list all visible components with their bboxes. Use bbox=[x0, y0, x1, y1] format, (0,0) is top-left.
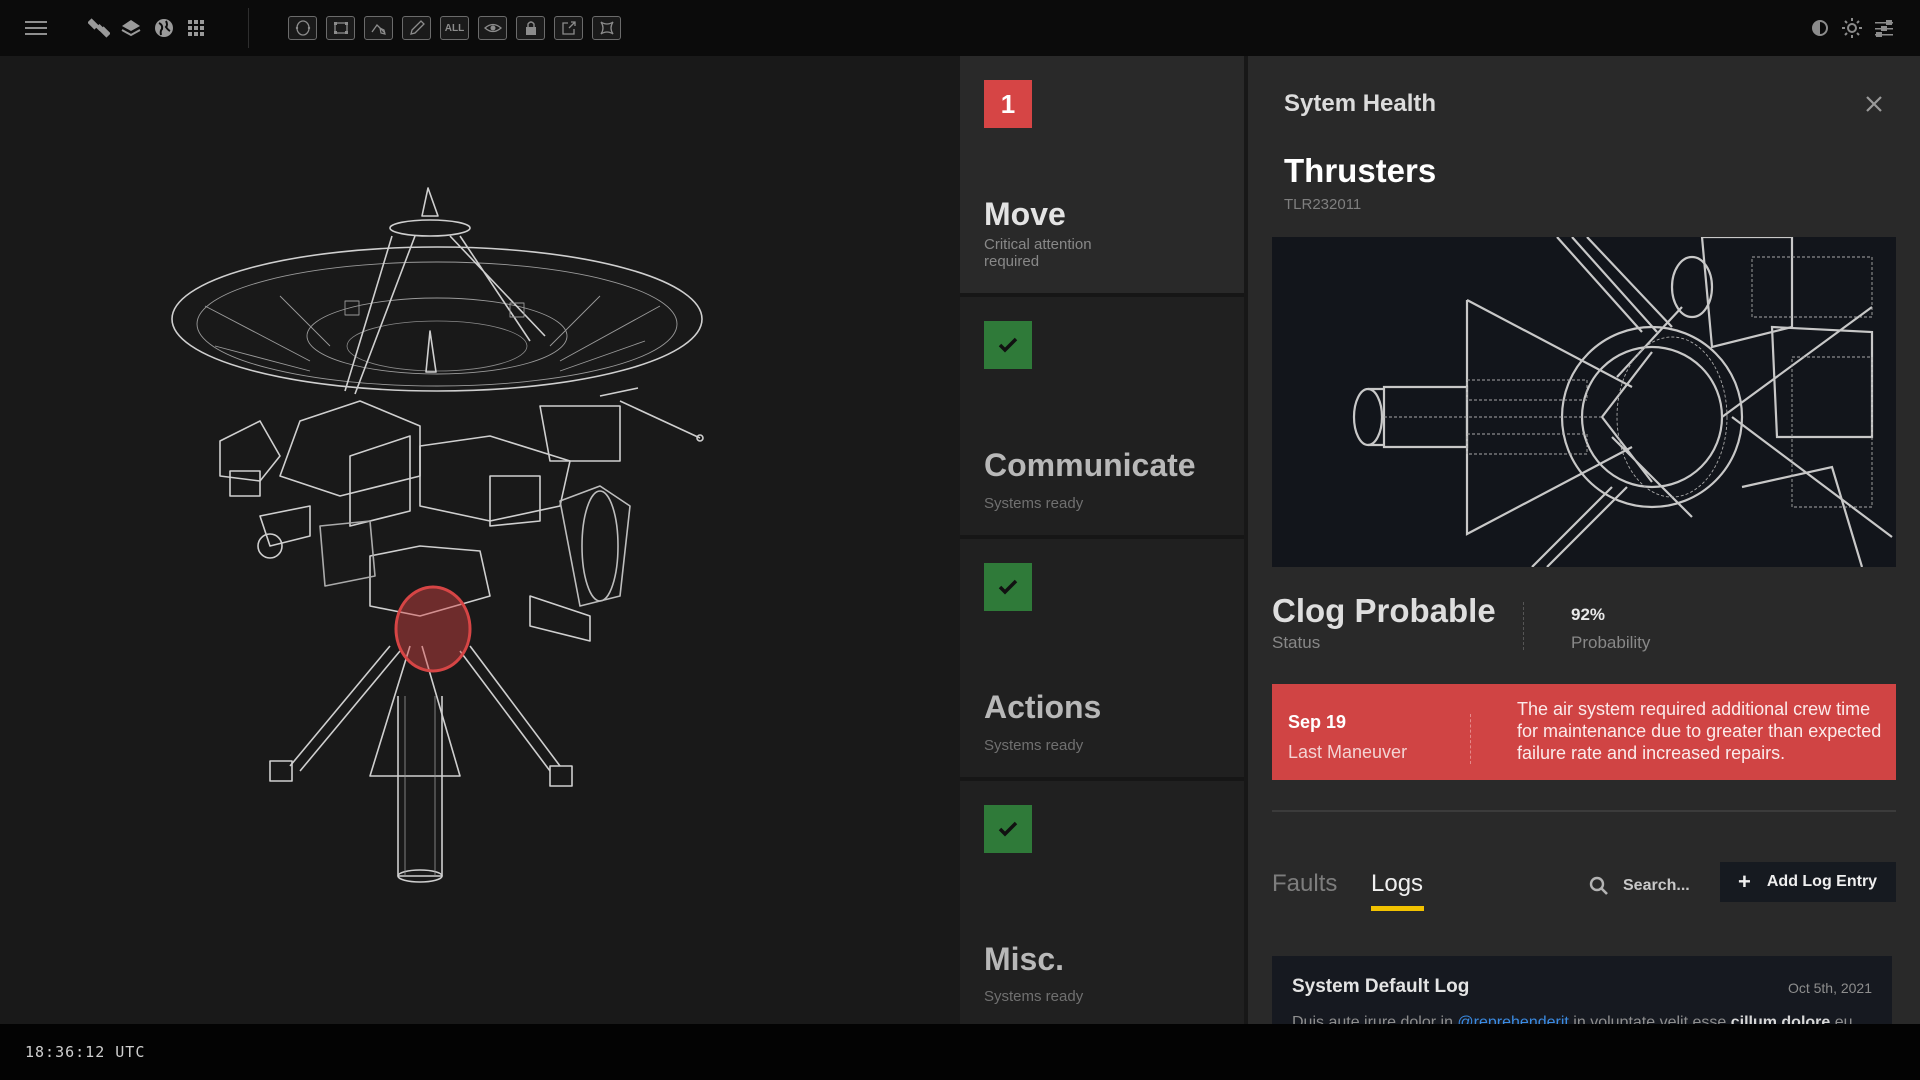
visibility-tool[interactable] bbox=[478, 16, 507, 40]
fault-highlight-marker bbox=[394, 585, 472, 673]
fit-bounds-tool[interactable] bbox=[592, 16, 621, 40]
subsystem-card-communicate[interactable]: Communicate Systems ready bbox=[960, 297, 1244, 535]
component-title: Thrusters bbox=[1284, 152, 1437, 189]
subsystem-list: 1 Move Critical attention required Commu… bbox=[960, 56, 1244, 1024]
probability-label: Probability bbox=[1571, 633, 1651, 652]
utc-clock: 18:36:12 UTC bbox=[25, 1043, 146, 1061]
add-log-entry-label: Add Log Entry bbox=[1766, 873, 1878, 890]
pen-path-tool[interactable] bbox=[364, 16, 393, 40]
close-icon bbox=[1866, 96, 1882, 112]
maneuver-alert: Sep 19 Last Maneuver The air system requ… bbox=[1272, 684, 1896, 780]
log-text-bold: cillum dolore bbox=[1730, 1014, 1831, 1024]
spacecraft-wireframe[interactable] bbox=[160, 176, 720, 916]
stat-divider bbox=[1523, 602, 1524, 650]
menu-icon[interactable] bbox=[22, 14, 50, 42]
model-viewport[interactable] bbox=[0, 56, 960, 1024]
apps-grid-icon[interactable] bbox=[182, 14, 210, 42]
external-link-icon bbox=[561, 21, 576, 35]
search-input[interactable] bbox=[1623, 877, 1713, 895]
component-id: TLR232011 bbox=[1284, 196, 1362, 213]
top-toolbar: ALL bbox=[0, 0, 1920, 56]
alert-divider bbox=[1470, 714, 1471, 764]
subsystem-title: Actions bbox=[984, 689, 1102, 725]
ellipse-select-icon bbox=[295, 20, 310, 36]
system-health-panel: Sytem Health Thrusters TLR232011 Clog Pr… bbox=[1248, 56, 1920, 1024]
globe-icon[interactable] bbox=[150, 14, 178, 42]
pencil-icon bbox=[409, 20, 425, 35]
pencil-tool[interactable] bbox=[402, 16, 431, 40]
subsystem-title: Communicate bbox=[984, 447, 1196, 483]
select-all-label: ALL bbox=[444, 22, 465, 34]
subsystem-title: Move bbox=[984, 196, 1066, 232]
checkmark-icon bbox=[998, 821, 1018, 837]
tab-faults[interactable]: Faults bbox=[1272, 870, 1337, 898]
alert-date-label: Last Maneuver bbox=[1288, 742, 1408, 762]
log-text: in voluptate velit esse bbox=[1568, 1014, 1731, 1024]
subsystem-status: Critical attention required bbox=[984, 236, 1092, 270]
plus-icon: + bbox=[1738, 869, 1751, 894]
checkmark-icon bbox=[998, 337, 1018, 353]
status-value: Clog Probable bbox=[1272, 592, 1496, 629]
user-mention-link[interactable]: @reprehenderit bbox=[1457, 1014, 1568, 1024]
subsystem-title: Misc. bbox=[984, 941, 1065, 977]
status-ok-badge bbox=[984, 563, 1032, 611]
subsystem-status: Systems ready bbox=[984, 737, 1084, 754]
probability-value: 92% bbox=[1571, 605, 1606, 624]
log-body: Duis aute irure dolor in @reprehenderit … bbox=[1292, 1014, 1872, 1024]
subsystem-status: Systems ready bbox=[984, 495, 1084, 512]
tab-logs[interactable]: Logs bbox=[1371, 870, 1423, 898]
status-ok-badge bbox=[984, 805, 1032, 853]
toolbar-divider bbox=[248, 8, 249, 48]
status-label: Status bbox=[1272, 633, 1321, 652]
log-title: System Default Log bbox=[1292, 976, 1470, 997]
sliders-icon[interactable] bbox=[1870, 14, 1898, 42]
external-link-tool[interactable] bbox=[554, 16, 583, 40]
select-all-tool[interactable]: ALL bbox=[440, 16, 469, 40]
eye-icon bbox=[483, 23, 502, 33]
rect-select-icon bbox=[333, 22, 348, 34]
contrast-icon[interactable] bbox=[1806, 14, 1834, 42]
log-text: Duis aute irure dolor in bbox=[1292, 1014, 1458, 1024]
checkmark-icon bbox=[998, 579, 1018, 595]
subsystem-status: Systems ready bbox=[984, 988, 1084, 1005]
log-entry[interactable]: System Default Log Oct 5th, 2021 Duis au… bbox=[1272, 956, 1892, 1024]
pen-path-icon bbox=[370, 23, 386, 35]
layers-icon[interactable] bbox=[117, 14, 145, 42]
status-ok-badge bbox=[984, 321, 1032, 369]
fit-bounds-icon bbox=[599, 21, 614, 35]
rect-select-tool[interactable] bbox=[326, 16, 355, 40]
search-icon bbox=[1589, 876, 1608, 895]
alert-message: The air system required additional crew … bbox=[1517, 699, 1882, 763]
section-divider bbox=[1272, 810, 1896, 812]
brightness-icon[interactable] bbox=[1838, 14, 1866, 42]
subsystem-card-actions[interactable]: Actions Systems ready bbox=[960, 539, 1244, 777]
add-log-entry-button[interactable]: + Add Log Entry bbox=[1720, 862, 1896, 902]
satellite-icon[interactable] bbox=[85, 14, 113, 42]
log-search[interactable] bbox=[1589, 868, 1719, 904]
panel-header: Sytem Health bbox=[1284, 90, 1437, 117]
log-text: eu bbox=[1830, 1014, 1853, 1024]
critical-count-badge: 1 bbox=[984, 80, 1032, 128]
status-bar: 18:36:12 UTC bbox=[0, 1024, 1920, 1080]
close-button[interactable] bbox=[1860, 90, 1888, 118]
lock-icon bbox=[525, 21, 536, 35]
subsystem-card-move[interactable]: 1 Move Critical attention required bbox=[960, 56, 1244, 293]
thruster-schematic-image bbox=[1272, 237, 1896, 567]
subsystem-card-misc[interactable]: Misc. Systems ready bbox=[960, 781, 1244, 1024]
active-tab-indicator bbox=[1371, 906, 1424, 911]
ellipse-select-tool[interactable] bbox=[288, 16, 317, 40]
log-date: Oct 5th, 2021 bbox=[1787, 980, 1872, 996]
alert-date: Sep 19 bbox=[1288, 712, 1347, 732]
lock-tool[interactable] bbox=[516, 16, 545, 40]
